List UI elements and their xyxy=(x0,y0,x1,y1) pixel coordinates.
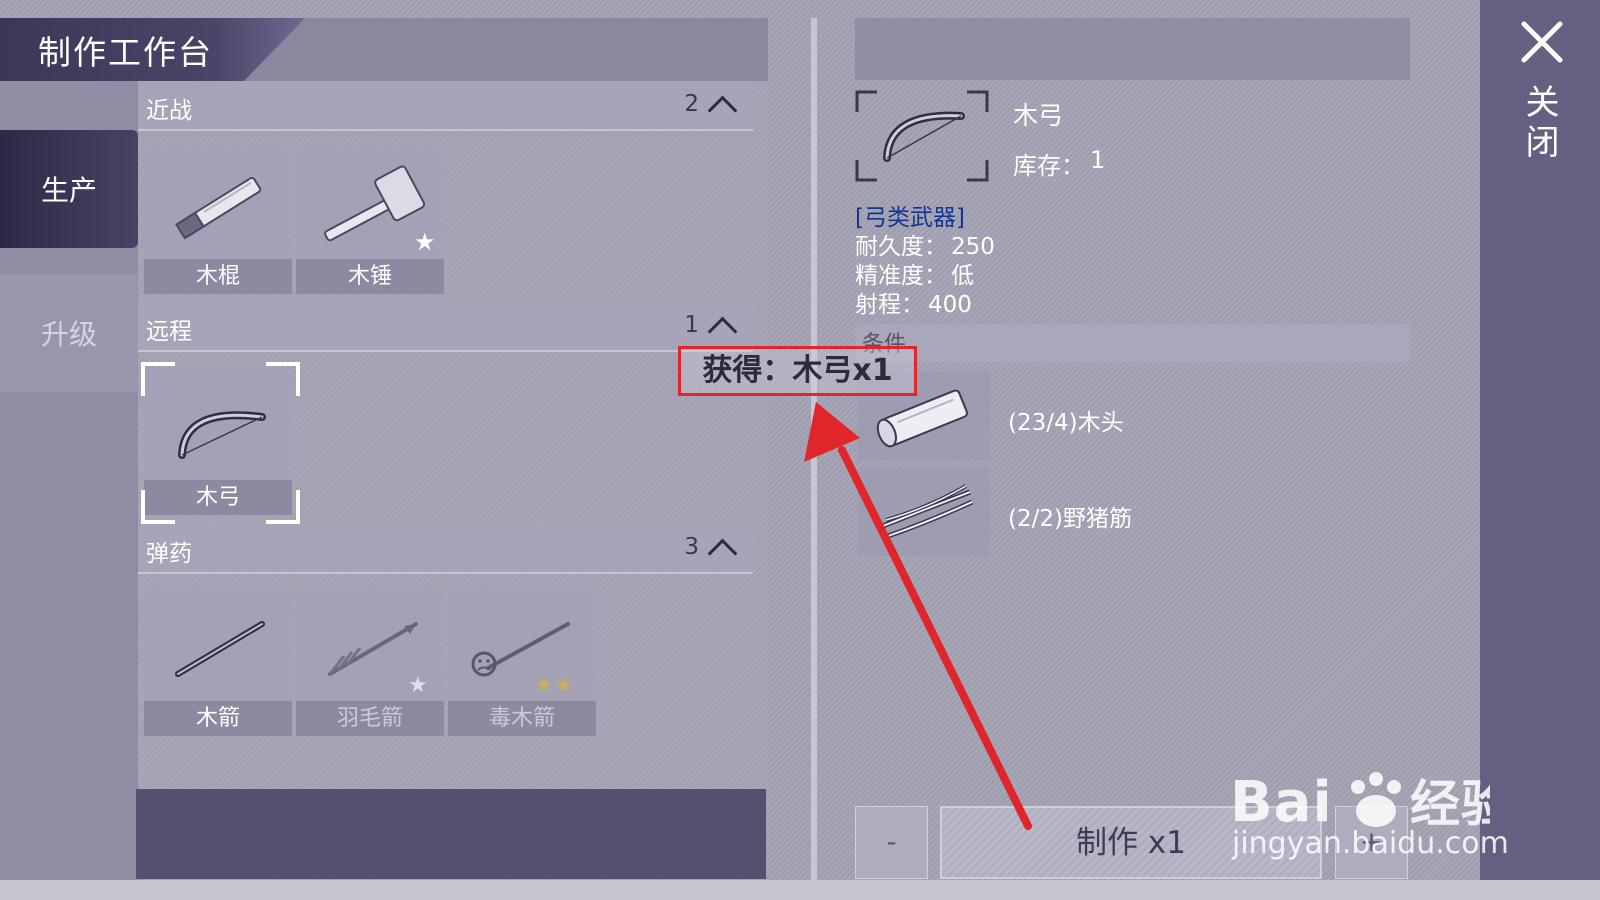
stat-label: 射程： xyxy=(855,292,924,318)
tab-production[interactable]: 生产 xyxy=(0,130,138,248)
selection-corner xyxy=(266,490,300,524)
recipe-item-wooden-arrow[interactable]: 木箭 xyxy=(144,588,292,736)
item-label: 木箭 xyxy=(144,701,292,736)
star-icon: ★★ xyxy=(534,673,573,698)
material-requirement: (2/2)野猪筋 xyxy=(1008,506,1132,532)
svg-text:经验: 经验 xyxy=(1410,775,1490,833)
category-header-ranged[interactable]: 远程 1 xyxy=(138,302,753,352)
selection-corner xyxy=(266,362,300,396)
bottom-strip xyxy=(0,880,1600,900)
close-icon[interactable] xyxy=(1518,18,1566,66)
category-header-ammo[interactable]: 弹药 3 xyxy=(138,524,753,574)
category-count: 2 xyxy=(684,91,699,117)
chevron-up-icon[interactable] xyxy=(707,95,738,126)
category-count: 1 xyxy=(684,312,699,338)
star-icon: ★ xyxy=(414,228,436,256)
chevron-up-icon[interactable] xyxy=(707,538,738,569)
detail-stock-label: 库存： xyxy=(1013,152,1085,180)
detail-header-bar xyxy=(855,18,1410,80)
material-card-boar-tendon xyxy=(858,468,990,556)
wooden-bow-icon xyxy=(855,90,989,182)
feather-arrow-icon: ★ xyxy=(328,622,428,698)
conditions-header xyxy=(855,324,1410,362)
watermark-url: jingyan.baidu.com xyxy=(1232,826,1509,861)
recipe-item-wooden-stick[interactable]: 木棍 xyxy=(144,146,292,294)
item-label: 木锤 xyxy=(296,259,444,294)
chevron-up-icon[interactable] xyxy=(707,316,738,347)
category-name: 近战 xyxy=(146,98,192,124)
recipe-item-feather-arrow[interactable]: ★ 羽毛箭 xyxy=(296,588,444,736)
recipe-item-wooden-hammer[interactable]: ★ 木锤 xyxy=(296,146,444,294)
material-requirement: (23/4)木头 xyxy=(1008,410,1124,436)
wooden-stick-icon xyxy=(175,176,262,240)
stat-value: 400 xyxy=(928,292,972,318)
detail-item-name: 木弓 xyxy=(1013,101,1064,130)
item-label: 羽毛箭 xyxy=(296,701,444,736)
selection-corner xyxy=(141,362,175,396)
stat-range: 射程： 400 xyxy=(855,285,972,319)
poison-arrow-icon: ★★ xyxy=(471,622,573,698)
tab-upgrade[interactable]: 升级 xyxy=(0,274,138,392)
decrease-quantity-button[interactable]: - xyxy=(855,806,928,879)
close-label[interactable]: 关闭 xyxy=(1518,84,1564,164)
wooden-arrow-icon xyxy=(175,621,265,677)
item-label: 木棍 xyxy=(144,259,292,294)
recipe-item-poison-arrow[interactable]: ★★ 毒木箭 xyxy=(448,588,596,736)
panel-divider xyxy=(811,18,817,880)
page-title: 制作工作台 xyxy=(38,33,213,72)
list-footer xyxy=(136,789,766,879)
boar-tendon-icon xyxy=(877,484,974,541)
selection-corner xyxy=(141,490,175,524)
item-label: 毒木箭 xyxy=(448,701,596,736)
baidu-paw-icon: Bai 经验 xyxy=(1230,770,1511,835)
category-count: 3 xyxy=(684,534,699,560)
category-name: 远程 xyxy=(146,319,192,345)
detail-stock-value: 1 xyxy=(1090,146,1106,174)
category-header-melee[interactable]: 近战 2 xyxy=(138,81,753,131)
star-icon: ★ xyxy=(408,673,428,698)
annotation-callout: 获得：木弓x1 xyxy=(678,346,917,396)
wooden-hammer-icon: ★ xyxy=(324,165,436,256)
category-name: 弹药 xyxy=(146,541,192,567)
